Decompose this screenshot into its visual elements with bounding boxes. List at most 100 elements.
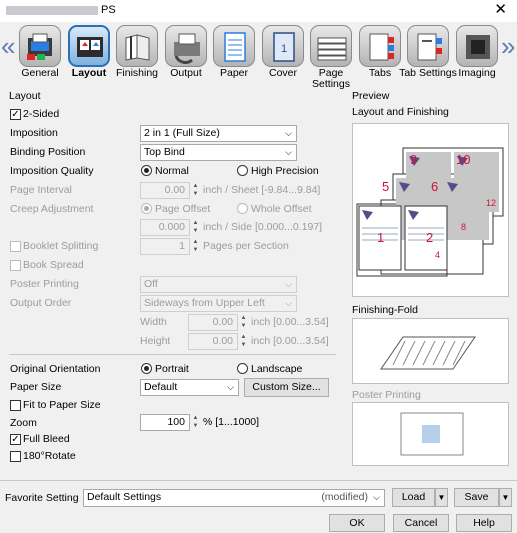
full-bleed-checkbox[interactable]: ✓: [10, 434, 21, 445]
page-number-2: 2: [426, 230, 433, 245]
save-button[interactable]: Save: [454, 488, 499, 507]
divider: [9, 354, 336, 355]
portrait-label: Portrait: [155, 363, 189, 375]
binding-position-label: Binding Position: [10, 146, 86, 158]
two-sided-label: 2-Sided: [23, 108, 60, 120]
paper-size-select[interactable]: Default ⌵: [140, 379, 239, 396]
width-unit: inch [0.00...3.54]: [251, 316, 329, 328]
quality-high-radio[interactable]: [237, 165, 248, 176]
quality-normal-label: Normal: [155, 165, 189, 177]
booklet-pages-input[interactable]: 1: [140, 238, 190, 255]
svg-text:1: 1: [281, 43, 287, 55]
book-spread-label: Book Spread: [23, 259, 84, 271]
width-spinner[interactable]: ▲ ▼: [239, 314, 248, 331]
zoom-spinner[interactable]: ▲ ▼: [191, 414, 200, 431]
creep-value-spinner[interactable]: ▲ ▼: [191, 219, 200, 236]
page-number-9: 9: [410, 152, 417, 167]
page-interval-unit: inch / Sheet [-9.84...9.84]: [203, 184, 321, 196]
rotate180-checkbox[interactable]: [10, 451, 21, 462]
fit-to-paper-checkbox[interactable]: [10, 400, 21, 411]
cover-icon: 1: [262, 25, 304, 67]
poster-printing-preview-label: Poster Printing: [352, 389, 421, 401]
finishing-icon: [116, 25, 158, 67]
page-number-12: 12: [486, 198, 496, 208]
paper-size-label: Paper Size: [10, 381, 62, 393]
two-sided-checkbox[interactable]: ✓: [10, 109, 21, 120]
page-number-10: 10: [456, 152, 470, 167]
save-menu-button[interactable]: ▼: [499, 488, 512, 507]
page-interval-label: Page Interval: [10, 184, 72, 196]
book-spread-checkbox[interactable]: [10, 260, 21, 271]
rotate180-label: 180°Rotate: [23, 450, 76, 462]
tab-imaging-label: Imaging: [458, 67, 496, 79]
custom-size-button[interactable]: Custom Size...: [244, 378, 329, 397]
fit-to-paper-label: Fit to Paper Size: [23, 399, 101, 411]
whole-offset-label: Whole Offset: [251, 203, 312, 215]
footer-divider: [0, 480, 517, 481]
output-order-label: Output Order: [10, 297, 72, 309]
poster-printing-preview: [352, 402, 509, 466]
general-icon: [19, 25, 61, 67]
window-title-blurred: [6, 6, 98, 15]
booklet-pages-unit: Pages per Section: [203, 240, 289, 252]
zoom-unit: % [1...1000]: [203, 416, 260, 428]
window-title: PS: [101, 4, 116, 16]
page-interval-input[interactable]: 0.00: [140, 182, 190, 199]
preview-group-label: Preview: [352, 90, 390, 102]
height-input[interactable]: 0.00: [188, 333, 238, 350]
booklet-splitting-checkbox[interactable]: [10, 241, 21, 252]
paper-icon: [213, 25, 255, 67]
output-order-select[interactable]: Sideways from Upper Left ⌵: [140, 295, 297, 312]
imposition-label: Imposition: [10, 127, 58, 139]
cancel-button[interactable]: Cancel: [393, 514, 449, 532]
poster-printing-label: Poster Printing: [10, 278, 79, 290]
creep-adjustment-label: Creep Adjustment: [10, 203, 94, 215]
page-offset-radio[interactable]: [141, 203, 152, 214]
finishing-fold-label: Finishing-Fold: [352, 304, 418, 316]
height-label: Height: [140, 335, 171, 347]
zoom-label: Zoom: [10, 417, 37, 429]
load-button[interactable]: Load: [392, 488, 435, 507]
layout-finishing-label: Layout and Finishing: [352, 106, 449, 118]
page-number-4: 4: [435, 250, 440, 260]
favorite-setting-label: Favorite Setting: [5, 492, 79, 504]
zoom-input[interactable]: 100: [140, 414, 190, 431]
page-number-8: 8: [461, 222, 466, 232]
whole-offset-radio[interactable]: [237, 203, 248, 214]
full-bleed-label: Full Bleed: [23, 433, 70, 445]
page-settings-icon: [310, 25, 352, 67]
width-input[interactable]: 0.00: [188, 314, 238, 331]
ok-button[interactable]: OK: [329, 514, 385, 532]
poster-printing-select[interactable]: Off ⌵: [140, 276, 297, 293]
landscape-label: Landscape: [251, 363, 303, 375]
booklet-splitting-label: Booklet Splitting: [23, 240, 99, 252]
load-menu-button[interactable]: ▼: [435, 488, 448, 507]
portrait-radio[interactable]: [141, 363, 152, 374]
scroll-right-icon[interactable]: »: [501, 33, 515, 59]
quality-normal-radio[interactable]: [141, 165, 152, 176]
layout-group-label: Layout: [9, 90, 41, 102]
binding-position-select[interactable]: Top Bind ⌵: [140, 144, 297, 161]
page-number-6: 6: [431, 179, 438, 194]
tab-imaging[interactable]: Imaging: [451, 23, 503, 83]
page-number-1: 1: [377, 230, 384, 245]
layout-preview: 9 10 5 6 1 2 12 8 4: [352, 123, 509, 297]
favorite-setting-select[interactable]: Default Settings (modified) ⌵: [83, 489, 385, 507]
booklet-pages-spinner[interactable]: ▲ ▼: [191, 238, 200, 255]
tabs-icon: [359, 25, 401, 67]
imposition-select[interactable]: 2 in 1 (Full Size) ⌵: [140, 125, 297, 142]
height-unit: inch [0.00...3.54]: [251, 335, 329, 347]
output-icon: [165, 25, 207, 67]
help-button[interactable]: Help: [456, 514, 512, 532]
close-icon[interactable]: ✕: [494, 2, 507, 18]
height-spinner[interactable]: ▲ ▼: [239, 333, 248, 350]
page-interval-spinner[interactable]: ▲ ▼: [191, 182, 200, 199]
finishing-fold-preview: [352, 318, 509, 384]
original-orientation-label: Original Orientation: [10, 363, 101, 375]
width-label: Width: [140, 316, 167, 328]
imaging-icon: [456, 25, 498, 67]
page-offset-label: Page Offset: [155, 203, 211, 215]
creep-value-input[interactable]: 0.000: [140, 219, 190, 236]
creep-unit: inch / Side [0.000...0.197]: [203, 221, 323, 233]
landscape-radio[interactable]: [237, 363, 248, 374]
